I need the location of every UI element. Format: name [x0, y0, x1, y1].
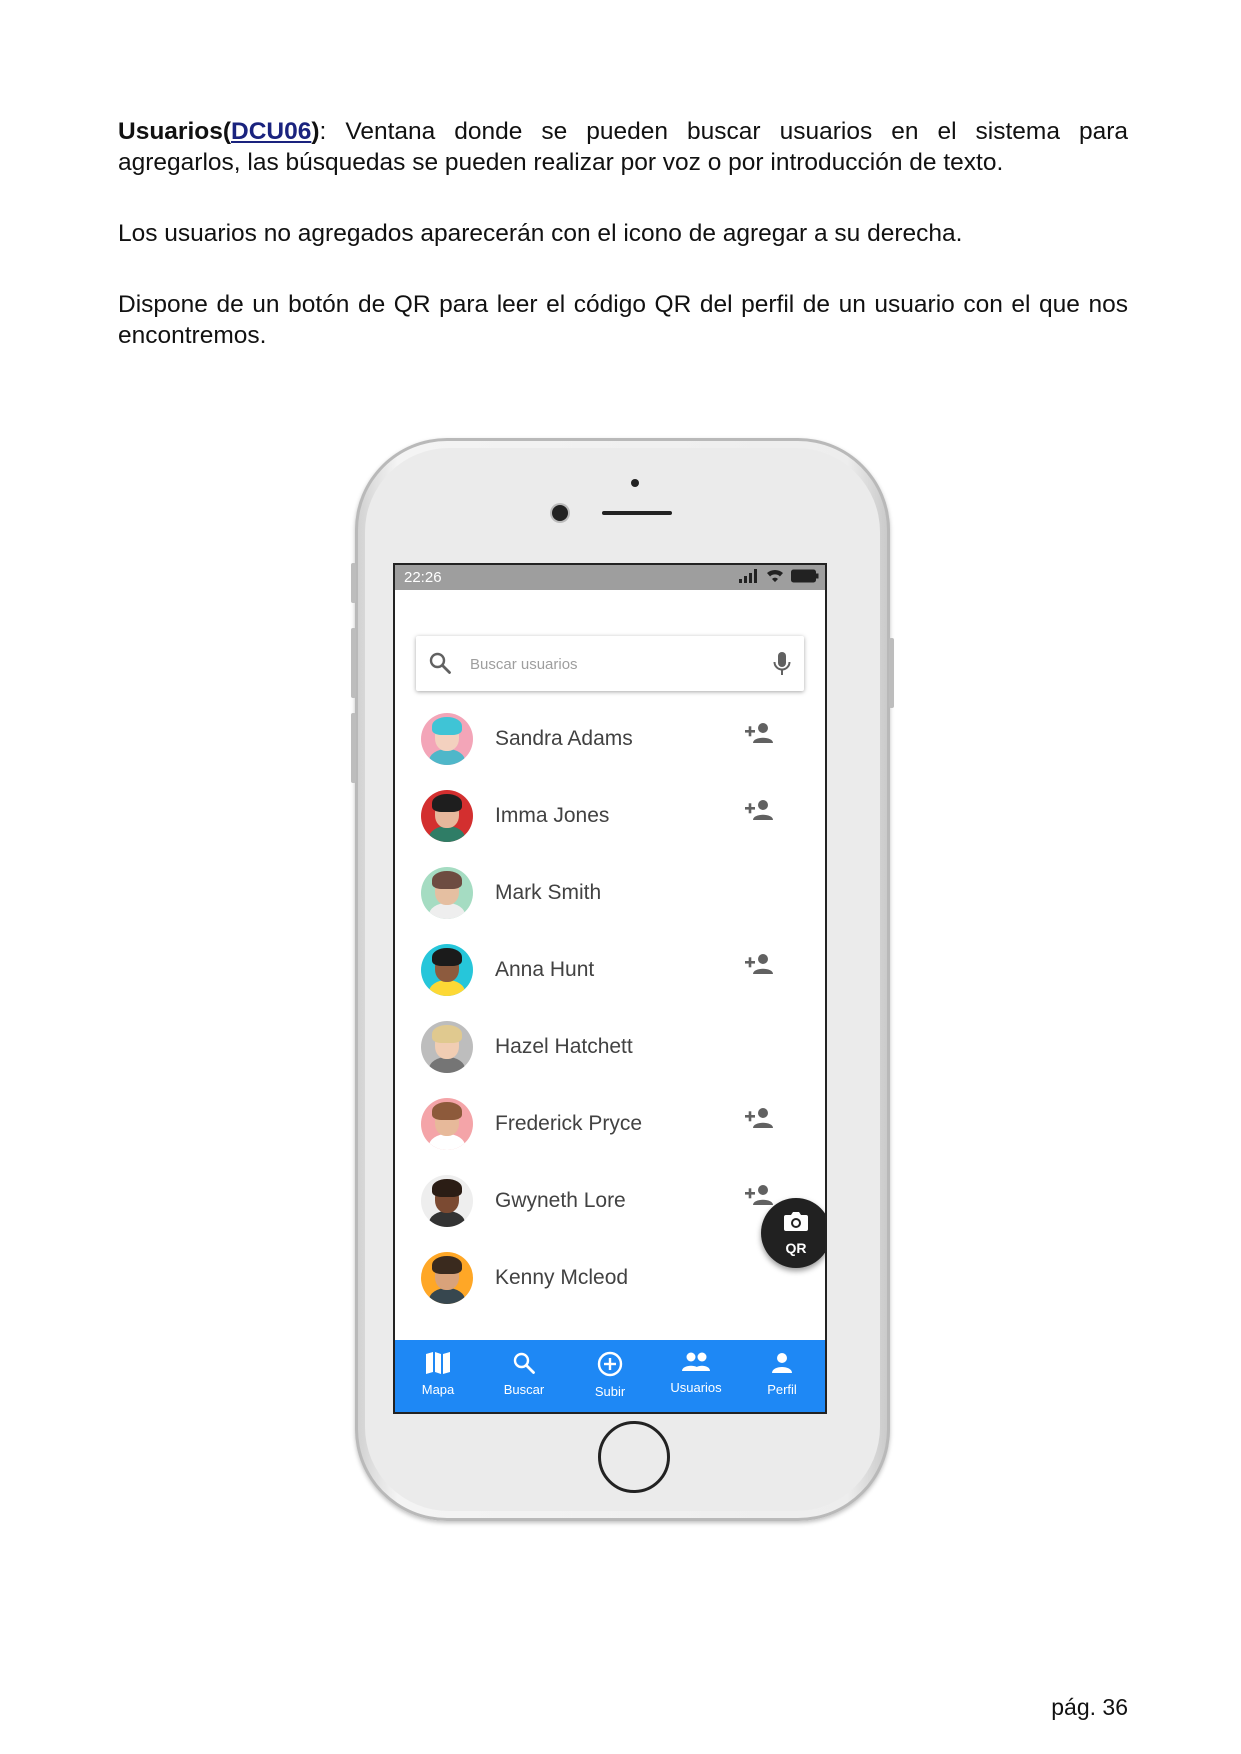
avatar [421, 713, 473, 765]
nav-label: Perfil [767, 1382, 797, 1397]
add-user-icon[interactable] [745, 1184, 773, 1211]
power-button [889, 638, 894, 708]
user-row[interactable]: Hazel Hatchett [395, 1017, 825, 1094]
nav-label: Mapa [421, 1382, 455, 1397]
proximity-sensor [631, 479, 639, 487]
search-icon [512, 1352, 536, 1379]
nav-label: Subir [594, 1384, 626, 1399]
wifi-icon [767, 569, 783, 582]
user-row[interactable]: Kenny Mcleod [395, 1248, 825, 1325]
section-title-close: ) [311, 118, 320, 145]
map-icon [425, 1352, 451, 1379]
person-icon [770, 1353, 794, 1379]
front-camera [552, 505, 568, 521]
section-title: Usuarios( [118, 118, 232, 145]
paragraph-usuarios: Usuarios(DCU06): Ventana donde se pueden… [118, 116, 1128, 178]
avatar [421, 867, 473, 919]
home-button[interactable] [598, 1421, 670, 1493]
status-bar: 22:26 [395, 565, 825, 590]
user-row[interactable]: Mark Smith [395, 863, 825, 940]
avatar [421, 1098, 473, 1150]
camera-icon [784, 1212, 808, 1231]
user-name: Hazel Hatchett [495, 1035, 633, 1058]
volume-down-button [351, 713, 356, 783]
user-name: Sandra Adams [495, 727, 633, 750]
add-user-icon[interactable] [745, 799, 773, 826]
qr-fab-button[interactable]: QR [761, 1198, 825, 1268]
avatar [421, 944, 473, 996]
avatar [421, 1021, 473, 1073]
bottom-navigation: Mapa Buscar Subir Usuarios Perfil [395, 1340, 825, 1412]
qr-label: QR [785, 1240, 807, 1256]
nav-label: Usuarios [670, 1380, 722, 1395]
user-name: Mark Smith [495, 881, 602, 904]
nav-item-subir[interactable]: Subir [567, 1340, 653, 1412]
add-user-icon[interactable] [745, 722, 773, 749]
search-icon [429, 652, 451, 674]
app-screen: 22:26 Sandra Adams Imma Jones Mark Smith An… [393, 563, 827, 1414]
nav-item-usuarios[interactable]: Usuarios [653, 1340, 739, 1412]
dcu06-link[interactable]: DCU06 [231, 118, 311, 145]
user-name: Gwyneth Lore [495, 1189, 626, 1212]
user-row[interactable]: Frederick Pryce [395, 1094, 825, 1171]
avatar [421, 1252, 473, 1304]
earpiece-speaker [602, 511, 672, 515]
add-user-icon[interactable] [745, 1107, 773, 1134]
user-row[interactable]: Anna Hunt [395, 940, 825, 1017]
nav-label: Buscar [503, 1382, 545, 1397]
nav-item-mapa[interactable]: Mapa [395, 1340, 481, 1412]
search-input[interactable] [468, 650, 762, 678]
battery-icon [791, 569, 819, 583]
phone-mockup: 22:26 Sandra Adams Imma Jones Mark Smith An… [351, 438, 894, 1521]
phone-bezel: 22:26 Sandra Adams Imma Jones Mark Smith An… [365, 448, 880, 1511]
avatar [421, 790, 473, 842]
mute-switch [351, 563, 356, 603]
nav-item-buscar[interactable]: Buscar [481, 1340, 567, 1412]
avatar [421, 1175, 473, 1227]
user-row[interactable]: Sandra Adams [395, 709, 825, 786]
status-icons [739, 569, 819, 583]
paragraph-add-icon: Los usuarios no agregados aparecerán con… [118, 220, 963, 247]
search-bar[interactable] [416, 636, 804, 691]
user-name: Frederick Pryce [495, 1112, 643, 1135]
paragraph-qr: Dispone de un botón de QR para leer el c… [118, 291, 1128, 349]
add-user-icon[interactable] [745, 953, 773, 980]
user-name: Kenny Mcleod [495, 1266, 629, 1289]
nav-item-perfil[interactable]: Perfil [739, 1340, 825, 1412]
people-icon [681, 1352, 711, 1377]
microphone-icon[interactable] [772, 651, 792, 677]
add-circle-icon [597, 1351, 623, 1381]
volume-up-button [351, 628, 356, 698]
status-time: 22:26 [404, 569, 442, 586]
page-number: pág. 36 [1051, 1694, 1128, 1720]
user-name: Imma Jones [495, 804, 610, 827]
user-name: Anna Hunt [495, 958, 595, 981]
signal-icon [739, 569, 757, 583]
user-row[interactable]: Imma Jones [395, 786, 825, 863]
